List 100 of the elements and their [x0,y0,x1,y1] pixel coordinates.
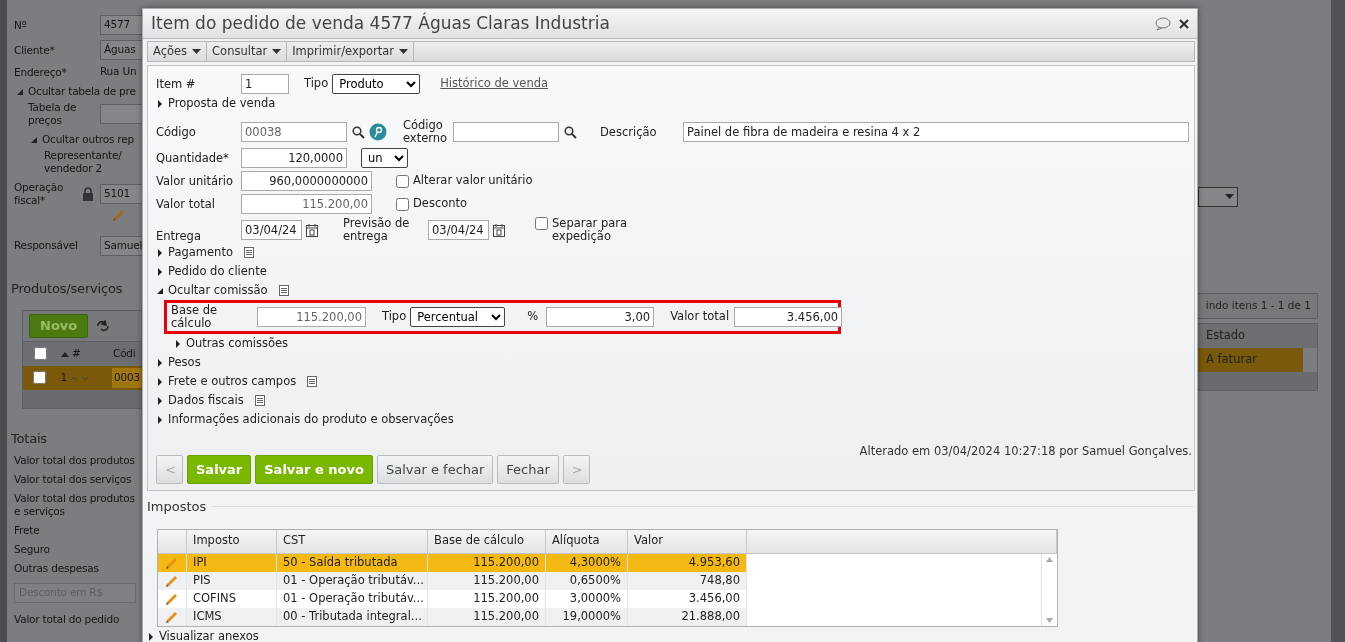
table-cell: 19,0000% [546,607,628,626]
section-toggle[interactable]: Ocultar outros rep [42,132,134,148]
search-icon[interactable] [352,125,365,139]
key-circle-icon[interactable] [369,123,387,141]
column-header[interactable]: CST [277,529,428,553]
address-text: Rua Un [100,64,137,80]
field-label: Operação fiscal* [14,181,65,207]
field-label: Valor total [156,197,216,211]
section-toggle[interactable]: Ocultar comissão [168,281,268,300]
menu-button[interactable]: Imprimir/exportar [287,42,415,61]
percent-field[interactable]: 3,00 [546,307,655,327]
base-field[interactable]: 115.200,00 [257,307,366,327]
caret-right-icon[interactable] [156,248,164,257]
lock-icon [82,187,94,201]
pencil-icon[interactable] [165,609,179,624]
table-cell: 115.200,00 [428,607,546,626]
caret-right-icon[interactable] [156,415,164,424]
action-button[interactable]: Fechar [497,455,559,484]
total-field[interactable]: 115.200,00 [241,194,372,214]
pencil-icon[interactable] [165,573,179,588]
menu-button[interactable]: Ações [148,42,208,61]
section-toggle[interactable]: Ocultar tabela de pre [28,84,136,100]
checkbox-label: Alterar valor unitário [413,172,533,190]
calendar-icon[interactable] [306,223,318,237]
section-toggle[interactable]: Frete e outros campos [168,372,297,391]
checkbox[interactable] [33,347,47,361]
caret-right-icon[interactable] [156,396,164,405]
caret-right-icon[interactable] [174,339,182,348]
history-link[interactable]: Histórico de venda [440,75,549,93]
date-field[interactable]: 03/04/24 [428,220,489,240]
section-toggle[interactable]: Visualizar anexos [159,628,259,642]
checkbox[interactable] [33,371,47,385]
dropdown-field[interactable] [1198,187,1238,207]
note-icon [254,395,265,406]
section-toggle[interactable]: Outras comissões [186,334,289,353]
sort-up-icon[interactable] [61,350,69,357]
scroll-down-icon[interactable] [1046,617,1053,623]
type-select[interactable]: Produto [332,74,421,94]
field-label: Descrição [600,125,658,139]
caret-right-icon[interactable] [147,633,155,641]
caret-right-icon[interactable] [156,99,164,108]
caret-down-icon[interactable] [156,286,164,295]
column-header[interactable]: Base de cálculo [428,529,546,553]
dropdown-caret-icon [272,48,282,55]
row-number: 1 [60,369,68,385]
commission-type-select[interactable]: Percentual [410,307,506,327]
action-button[interactable]: Salvar e fechar [376,455,494,484]
external-code-field[interactable] [453,122,559,142]
comment-icon[interactable] [1155,16,1171,31]
code-field[interactable]: 00038 [241,122,347,142]
total-label: Valor total dos serviços [14,473,133,487]
field-label: Tipo [382,308,407,326]
table-cell: 01 - Operação tributáv... [277,589,428,608]
total-label: Valor total dos produtos [14,454,136,468]
search-icon[interactable] [564,125,577,139]
dropdown-caret-icon [399,48,409,55]
close-icon[interactable] [1179,18,1189,29]
field-label: Endereço* [14,65,68,79]
note-icon [243,247,254,258]
table-cell: 00 - Tributada integral... [277,607,428,626]
refresh-icon[interactable] [96,320,111,332]
unit-price-field[interactable]: 960,0000000000 [241,171,372,191]
grid-row[interactable]: 1 0003 [23,365,142,390]
description-field[interactable]: Painel de fibra de madeira e resina 4 x 2 [683,122,1189,142]
dropdown-caret-icon [1225,194,1234,200]
horizontal-scrollbar[interactable] [1198,372,1317,390]
section-toggle[interactable]: Proposta de venda [168,94,276,113]
section-toggle[interactable]: Pesos [168,353,201,372]
checkbox[interactable] [535,217,548,230]
scroll-up-icon[interactable] [1046,556,1053,562]
field-label: Responsável [14,239,79,253]
field-label: Valor total [670,308,730,326]
table-cell: A faturar [1198,348,1303,372]
caret-right-icon[interactable] [156,267,164,276]
checkbox[interactable] [396,174,409,188]
checkbox-label: Desconto [413,195,468,213]
column-header[interactable]: Códi [113,345,136,362]
unit-select[interactable]: un [361,148,408,168]
column-header[interactable]: # [72,345,81,362]
column-header[interactable]: Alíquota [546,529,628,553]
date-field[interactable]: 03/04/24 [241,220,302,240]
field-label: Base de cálculo [171,304,219,330]
quantity-field[interactable]: 120,0000 [241,148,347,168]
field-label: Item # [156,77,197,91]
field-label: Cliente* [14,43,56,57]
column-header[interactable]: Imposto [187,529,277,553]
pencil-icon[interactable] [165,591,179,606]
section-toggle[interactable]: Dados fiscais [168,391,244,410]
section-toggle[interactable]: Informações adicionais do produto e observações [168,410,454,429]
caret-right-icon[interactable] [156,358,164,367]
column-header[interactable]: Valor [628,529,747,553]
commission-total-field[interactable]: 3.456,00 [734,307,843,327]
table-cell: COFINS [187,589,277,608]
menu-button[interactable]: Consultar [207,42,288,61]
section-toggle[interactable]: Pedido do cliente [168,262,267,281]
item-field[interactable]: 1 [241,74,289,94]
calendar-icon[interactable] [493,223,505,237]
section-toggle[interactable]: Pagamento [168,243,233,262]
caret-right-icon[interactable] [156,377,164,386]
checkbox[interactable] [396,197,409,211]
